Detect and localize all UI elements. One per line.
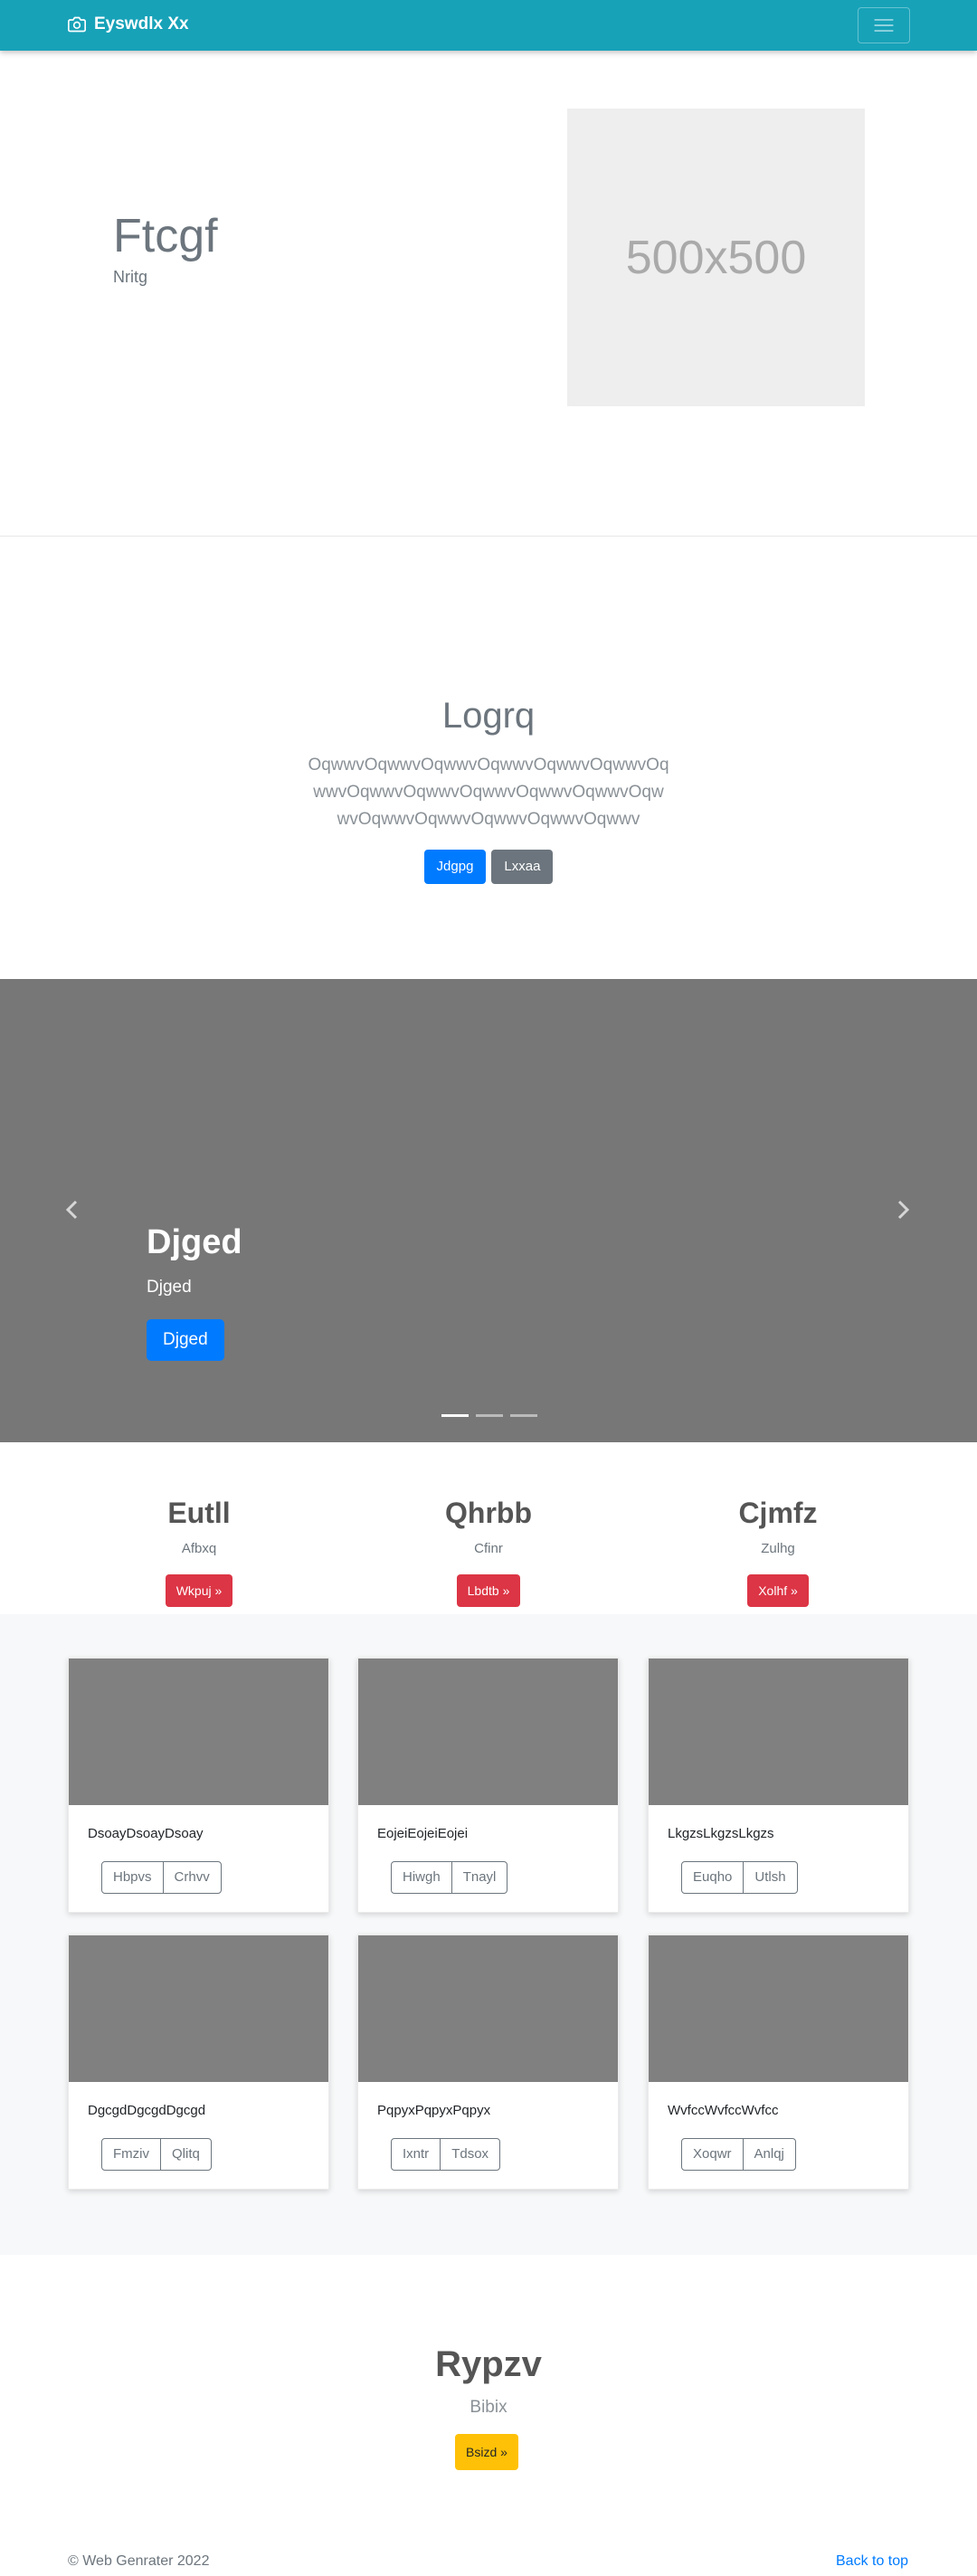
card-text: WvfccWvfccWvfcc — [668, 2103, 779, 2118]
carousel-indicator-2[interactable] — [476, 1414, 503, 1417]
navbar-brand[interactable]: Eyswdlx Xx — [68, 14, 189, 34]
carousel-caption-button[interactable]: Djged — [147, 1319, 224, 1361]
album-section: DsoayDsoayDsoay Hbpvs Crhvv EojeiEojeiEo… — [0, 1614, 977, 2255]
card-image — [649, 1935, 908, 2082]
card-button[interactable]: Xoqwr — [681, 2138, 744, 2171]
hero-section: Ftcgf Nritg 500x500 — [0, 51, 977, 537]
jumbotron-secondary-button[interactable]: Lxxaa — [491, 850, 554, 884]
card-button[interactable]: Fmziv — [101, 2138, 161, 2171]
jumbotron-primary-button[interactable]: Jdgpg — [423, 850, 487, 884]
feature-button[interactable]: Wkpuj » — [165, 1574, 233, 1607]
card-button-group: Ixntr Tdsox — [391, 2138, 501, 2171]
card-text: LkgzsLkgzsLkgzs — [668, 1826, 774, 1841]
album-card: LkgzsLkgzsLkgzs Euqho Utlsh — [648, 1658, 909, 1913]
card-button-group: Hbpvs Crhvv — [101, 1861, 222, 1894]
card-image — [69, 1935, 328, 2082]
album-card: PqpyxPqpyxPqpyx Ixntr Tdsox — [357, 1934, 619, 2190]
album-card: EojeiEojeiEojei Hiwgh Tnayl — [357, 1658, 619, 1913]
cta-button[interactable]: Bsizd » — [455, 2434, 518, 2470]
carousel-indicator-1[interactable] — [441, 1414, 469, 1417]
placeholder-image-label: 500x500 — [625, 231, 807, 284]
card-button[interactable]: Crhvv — [162, 1861, 222, 1894]
card-button-group: Xoqwr Anlqj — [681, 2138, 796, 2171]
feature-column: Cjmfz Zulhg Xolhf » — [642, 1497, 914, 1607]
card-button[interactable]: Qlitq — [160, 2138, 212, 2171]
card-button[interactable]: Tdsox — [440, 2138, 501, 2171]
album-card: WvfccWvfccWvfcc Xoqwr Anlqj — [648, 1934, 909, 2190]
brand-label: Eyswdlx Xx — [94, 14, 189, 33]
card-text: DgcgdDgcgdDgcgd — [88, 2103, 206, 2118]
card-text: PqpyxPqpyxPqpyx — [377, 2103, 491, 2118]
carousel-caption-title: Djged — [147, 1223, 242, 1261]
feature-title: Cjmfz — [738, 1497, 818, 1529]
footer-copyright: © Web Genrater 2022 — [68, 2553, 210, 2569]
navbar-toggler-button[interactable] — [858, 7, 910, 43]
hamburger-icon — [874, 19, 894, 32]
footer: © Web Genrater 2022 Back to top — [0, 2543, 977, 2576]
card-button[interactable]: Euqho — [681, 1861, 745, 1894]
back-to-top-link[interactable]: Back to top — [836, 2553, 908, 2570]
feature-text: Zulhg — [761, 1541, 795, 1556]
card-image — [358, 1659, 618, 1805]
chevron-left-icon — [65, 1200, 78, 1220]
hero-title: Ftcgf — [113, 210, 218, 262]
feature-text: Afbxq — [181, 1541, 217, 1556]
card-button-group: Hiwgh Tnayl — [391, 1861, 508, 1894]
card-button[interactable]: Tnayl — [451, 1861, 508, 1894]
jumbotron-section: Logrq OqwwvOqwwvOqwwvOqwwvOqwwvOqwwvOqww… — [0, 537, 977, 979]
feature-title: Eutll — [167, 1497, 231, 1529]
carousel-caption-text: Djged — [147, 1278, 192, 1297]
carousel-indicator-3[interactable] — [510, 1414, 537, 1417]
card-button[interactable]: Ixntr — [391, 2138, 441, 2171]
feature-button[interactable]: Xolhf » — [747, 1574, 809, 1607]
carousel-prev-button[interactable] — [63, 1199, 81, 1225]
carousel: Djged Djged Djged — [0, 979, 977, 1442]
card-button[interactable]: Utlsh — [743, 1861, 798, 1894]
card-button[interactable]: Hiwgh — [391, 1861, 452, 1894]
card-button[interactable]: Anlqj — [742, 2138, 796, 2171]
card-button-group: Euqho Utlsh — [681, 1861, 798, 1894]
card-text: EojeiEojeiEojei — [377, 1826, 469, 1841]
album-card: DgcgdDgcgdDgcgd Fmziv Qlitq — [68, 1934, 329, 2190]
chevron-right-icon — [897, 1200, 910, 1220]
feature-column: Qhrbb Cfinr Lbdtb » — [353, 1497, 624, 1607]
jumbotron-lead: OqwwvOqwwvOqwwvOqwwvOqwwvOqwwvOqwwvOqwwv… — [308, 756, 669, 829]
feature-button[interactable]: Lbdtb » — [456, 1574, 521, 1607]
feature-column: Eutll Afbxq Wkpuj » — [63, 1497, 335, 1607]
card-button[interactable]: Hbpvs — [101, 1861, 164, 1894]
jumbotron-title: Logrq — [441, 696, 536, 736]
hero-subtitle: Nritg — [113, 268, 148, 286]
hero-placeholder-image: 500x500 — [567, 109, 865, 406]
camera-icon — [68, 16, 86, 33]
features-section: Eutll Afbxq Wkpuj » Qhrbb Cfinr Lbdtb » … — [0, 1442, 977, 1614]
card-image — [358, 1935, 618, 2082]
cta-subtitle: Bibix — [470, 2398, 507, 2417]
carousel-indicators — [441, 1414, 537, 1417]
feature-title: Qhrbb — [445, 1497, 532, 1529]
cta-section: Rypzv Bibix Bsizd » — [0, 2255, 977, 2508]
navbar: Eyswdlx Xx — [0, 0, 977, 51]
cta-title: Rypzv — [435, 2344, 542, 2384]
card-button-group: Fmziv Qlitq — [101, 2138, 212, 2171]
carousel-next-button[interactable] — [894, 1199, 912, 1225]
card-text: DsoayDsoayDsoay — [88, 1826, 204, 1841]
jumbotron-buttons: Jdgpg Lxxaa — [0, 850, 977, 884]
card-image — [69, 1659, 328, 1805]
feature-text: Cfinr — [474, 1541, 503, 1556]
album-card: DsoayDsoayDsoay Hbpvs Crhvv — [68, 1658, 329, 1913]
card-image — [649, 1659, 908, 1805]
